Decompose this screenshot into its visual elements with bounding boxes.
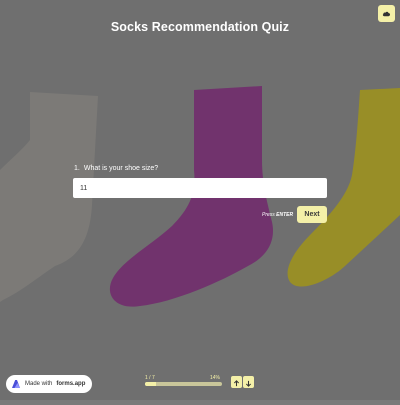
- made-with-brand: forms.app: [56, 381, 86, 387]
- hint-prefix: Press: [262, 212, 277, 218]
- quiz-title: Socks Recommendation Quiz: [110, 20, 290, 34]
- made-with-prefix: Made with: [25, 381, 53, 387]
- progress-bar: [145, 382, 222, 386]
- hint-key: ENTER: [276, 212, 294, 218]
- progress-fill: [145, 382, 156, 386]
- arrow-up-icon: [233, 375, 240, 390]
- enter-hint: Press ENTER: [262, 212, 293, 218]
- question-text: What is your shoe size?: [83, 165, 159, 172]
- question-number: 1.: [74, 165, 80, 172]
- next-button[interactable]: Next: [297, 206, 327, 223]
- forms-app-logo-icon: [11, 379, 21, 389]
- arrow-down-icon: [245, 375, 252, 390]
- question-label: 1. What is your shoe size?: [74, 165, 158, 172]
- previous-question-button[interactable]: [231, 376, 242, 388]
- made-with-badge[interactable]: Made with forms.app: [6, 375, 92, 393]
- progress-text: 1 / 7: [145, 375, 155, 381]
- progress-percent: 14%: [210, 375, 221, 381]
- shoe-size-input[interactable]: [73, 178, 327, 198]
- dim-overlay: [0, 0, 400, 400]
- next-question-button[interactable]: [243, 376, 254, 388]
